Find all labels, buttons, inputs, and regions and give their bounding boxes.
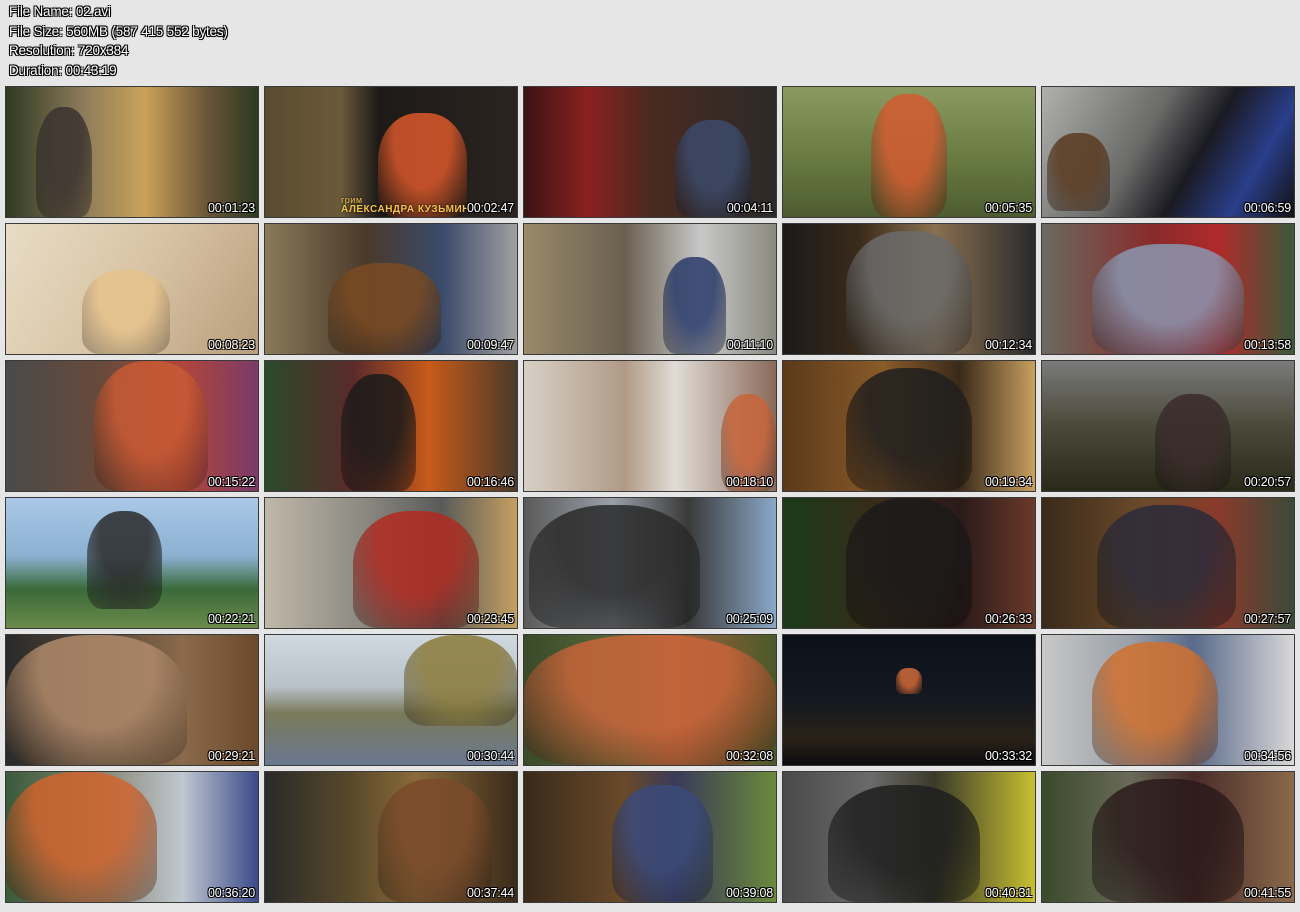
- thumbnail-subject: [1155, 393, 1231, 491]
- timestamp-label: 00:01:23: [207, 201, 255, 215]
- credit-name: АЛЕКСАНДРА КУЗЬМИНА: [341, 204, 478, 215]
- credit-caption: грим АЛЕКСАНДРА КУЗЬМИНА: [341, 195, 478, 215]
- timestamp-label: 00:39:08: [725, 886, 773, 900]
- thumbnail-subject: [871, 93, 947, 217]
- video-thumbnail: 00:32:08: [523, 634, 777, 766]
- timestamp-label: 00:37:44: [466, 886, 514, 900]
- video-thumbnail: 00:04:11: [523, 86, 777, 218]
- thumbnail-subject: [328, 263, 442, 354]
- thumbnail-subject: [403, 635, 517, 726]
- thumbnail-subject: [896, 667, 922, 694]
- thumbnail-grid: 00:01:23 грим АЛЕКСАНДРА КУЗЬМИНА 00:02:47 0…: [5, 86, 1295, 903]
- timestamp-label: 00:15:22: [207, 475, 255, 489]
- thumbnail-subject: [612, 785, 713, 902]
- timestamp-label: 00:25:09: [725, 612, 773, 626]
- thumbnail-subject: [524, 635, 776, 765]
- video-thumbnail: 00:11:10: [523, 223, 777, 355]
- video-thumbnail: 00:15:22: [5, 360, 259, 492]
- video-thumbnail: грим АЛЕКСАНДРА КУЗЬМИНА 00:02:47: [264, 86, 518, 218]
- timestamp-label: 00:05:35: [984, 201, 1032, 215]
- video-thumbnail: 00:27:57: [1041, 497, 1295, 629]
- video-thumbnail: 00:06:59: [1041, 86, 1295, 218]
- video-thumbnail: 00:33:32: [782, 634, 1036, 766]
- thumbnail-subject: [846, 230, 972, 354]
- timestamp-label: 00:36:20: [207, 886, 255, 900]
- thumbnail-subject: [86, 511, 163, 609]
- timestamp-label: 00:12:34: [984, 338, 1032, 352]
- thumbnail-subject: [529, 504, 701, 628]
- thumbnail-subject: [340, 374, 417, 491]
- thumbnail-subject: [353, 511, 480, 628]
- thumbnail-subject: [1047, 132, 1111, 211]
- timestamp-label: 00:40:31: [984, 886, 1032, 900]
- timestamp-label: 00:27:57: [1243, 612, 1291, 626]
- thumbnail-subject: [846, 498, 972, 628]
- video-thumbnail: 00:01:23: [5, 86, 259, 218]
- video-thumbnail: 00:05:35: [782, 86, 1036, 218]
- file-size-label: File Size: 560MB (587 415 552 bytes): [9, 23, 228, 39]
- timestamp-label: 00:18:10: [725, 475, 773, 489]
- timestamp-label: 00:09:47: [466, 338, 514, 352]
- video-thumbnail: 00:22:21: [5, 497, 259, 629]
- video-thumbnail: 00:09:47: [264, 223, 518, 355]
- timestamp-label: 00:34:56: [1243, 749, 1291, 763]
- timestamp-label: 00:19:34: [984, 475, 1032, 489]
- duration-label: Duration: 00:43:19: [9, 62, 117, 78]
- timestamp-label: 00:33:32: [984, 749, 1032, 763]
- thumbnail-subject: [1092, 641, 1219, 765]
- timestamp-label: 00:22:21: [207, 612, 255, 626]
- timestamp-label: 00:23:45: [466, 612, 514, 626]
- video-thumbnail: 00:40:31: [782, 771, 1036, 903]
- thumbnail-subject: [81, 269, 170, 354]
- video-thumbnail: 00:34:56: [1041, 634, 1295, 766]
- video-thumbnail: 00:18:10: [523, 360, 777, 492]
- thumbnail-subject: [846, 367, 972, 491]
- thumbnail-subject: [6, 635, 188, 765]
- thumbnail-subject: [1092, 243, 1244, 354]
- timestamp-label: 00:41:55: [1243, 886, 1291, 900]
- timestamp-label: 00:16:46: [466, 475, 514, 489]
- video-thumbnail: 00:39:08: [523, 771, 777, 903]
- timestamp-label: 00:06:59: [1243, 201, 1291, 215]
- video-thumbnail: 00:26:33: [782, 497, 1036, 629]
- timestamp-label: 00:11:10: [726, 338, 773, 352]
- timestamp-label: 00:20:57: [1243, 475, 1291, 489]
- video-thumbnail: 00:08:23: [5, 223, 259, 355]
- video-thumbnail: 00:41:55: [1041, 771, 1295, 903]
- timestamp-label: 00:04:11: [726, 201, 773, 215]
- thumbnail-subject: [828, 785, 980, 902]
- video-thumbnail: 00:13:58: [1041, 223, 1295, 355]
- video-thumbnail: 00:16:46: [264, 360, 518, 492]
- video-thumbnail: 00:12:34: [782, 223, 1036, 355]
- video-thumbnail: 00:20:57: [1041, 360, 1295, 492]
- thumbnail-subject: [1092, 778, 1244, 902]
- resolution-label: Resolution: 720x384: [9, 43, 129, 58]
- video-thumbnail: 00:29:21: [5, 634, 259, 766]
- file-name-label: File Name: 02.avi: [9, 4, 111, 19]
- timestamp-label: 00:13:58: [1243, 338, 1291, 352]
- video-thumbnail: 00:23:45: [264, 497, 518, 629]
- thumbnail-subject: [1097, 504, 1237, 628]
- thumbnail-subject: [94, 361, 208, 491]
- video-thumbnail: 00:36:20: [5, 771, 259, 903]
- file-info-panel: File Name: 02.avi File Size: 560MB (587 …: [9, 2, 228, 80]
- video-thumbnail: 00:19:34: [782, 360, 1036, 492]
- timestamp-label: 00:08:23: [207, 338, 255, 352]
- timestamp-label: 00:32:08: [725, 749, 773, 763]
- timestamp-label: 00:29:21: [207, 749, 255, 763]
- timestamp-label: 00:02:47: [466, 201, 514, 215]
- thumbnail-subject: [36, 106, 92, 217]
- timestamp-label: 00:26:33: [984, 612, 1032, 626]
- video-thumbnail: 00:30:44: [264, 634, 518, 766]
- thumbnail-subject: [662, 256, 726, 354]
- video-thumbnail: 00:25:09: [523, 497, 777, 629]
- timestamp-label: 00:30:44: [466, 749, 514, 763]
- thumbnail-subject: [378, 778, 492, 902]
- video-thumbnail: 00:37:44: [264, 771, 518, 903]
- thumbnail-subject: [6, 772, 158, 902]
